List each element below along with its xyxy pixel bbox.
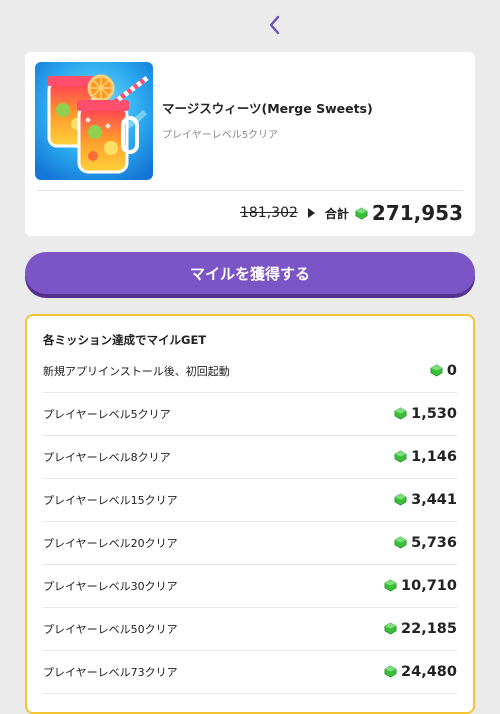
app-subtitle: プレイヤーレベル5クリア: [162, 130, 279, 141]
mission-label: プレイヤーレベル50クリア: [43, 622, 178, 636]
mission-row: プレイヤーレベル73クリア 24,480: [43, 650, 457, 693]
mission-value: 24,480: [401, 663, 457, 680]
mission-value: 1,146: [411, 448, 457, 465]
mission-row: プレイヤーレベル15クリア 3,441: [43, 478, 457, 521]
gem-icon: [394, 450, 407, 463]
mission-row: プレイヤーレベル30クリア 10,710: [43, 564, 457, 607]
mission-row: 新規アプリインストール後、初回起動 0: [43, 349, 457, 392]
mission-label: 新規アプリインストール後、初回起動: [43, 364, 230, 378]
mission-label: プレイヤーレベル15クリア: [43, 493, 178, 507]
gem-icon: [394, 493, 407, 506]
divider: [37, 190, 463, 191]
mission-row: プレイヤーレベル5クリア 1,530: [43, 392, 457, 435]
total-label: 合計: [324, 206, 349, 221]
total-value: 271,953: [371, 201, 463, 225]
mission-label: プレイヤーレベル20クリア: [43, 536, 178, 550]
mission-reward: 0: [430, 363, 457, 379]
original-price: 181,302: [239, 205, 298, 221]
gem-icon: [384, 665, 397, 678]
gem-icon: [355, 206, 368, 220]
mission-row: プレイヤーレベル8クリア 1,146: [43, 435, 457, 478]
gem-icon: [430, 364, 443, 377]
mission-value: 0: [446, 362, 457, 379]
gem-icon: [384, 579, 397, 592]
mission-label: プレイヤーレベル73クリア: [43, 665, 178, 679]
mission-value: 1,530: [411, 405, 457, 422]
mission-label: プレイヤーレベル30クリア: [43, 579, 178, 593]
arrow-right-icon: [307, 208, 315, 218]
mission-value: 10,710: [401, 577, 457, 594]
row-divider: [43, 693, 457, 694]
mission-value: 22,185: [401, 620, 457, 637]
back-button[interactable]: [262, 12, 286, 38]
mission-value: 5,736: [411, 534, 457, 551]
missions-heading: 各ミッション達成でマイルGET: [43, 333, 207, 347]
mission-reward: 3,441: [394, 492, 457, 508]
mission-row: プレイヤーレベル20クリア 5,736: [43, 521, 457, 564]
missions-panel: 各ミッション達成でマイルGET 新規アプリインストール後、初回起動 0 プレイヤーレ…: [25, 314, 475, 714]
mission-reward: 22,185: [384, 621, 457, 637]
app-icon: [35, 62, 153, 180]
chevron-left-icon: [269, 15, 280, 35]
mission-reward: 1,146: [394, 449, 457, 465]
mission-reward: 24,480: [384, 664, 457, 680]
gem-icon: [384, 622, 397, 635]
mission-reward: 5,736: [394, 535, 457, 551]
get-miles-button[interactable]: マイルを獲得する: [25, 252, 475, 294]
top-bar: [0, 0, 500, 50]
mission-reward: 1,530: [394, 406, 457, 422]
mission-row: プレイヤーレベル50クリア 22,185: [43, 607, 457, 650]
app-title: マージスウィーツ(Merge Sweets): [162, 101, 373, 116]
mission-label: プレイヤーレベル8クリア: [43, 450, 171, 464]
total-row: 181,302 合計 271,953: [240, 198, 463, 228]
app-card[interactable]: マージスウィーツ(Merge Sweets) プレイヤーレベル5クリア 181,…: [25, 52, 475, 236]
gem-icon: [394, 536, 407, 549]
mission-label: プレイヤーレベル5クリア: [43, 407, 171, 421]
mission-value: 3,441: [411, 491, 457, 508]
mission-reward: 10,710: [384, 578, 457, 594]
gem-icon: [394, 407, 407, 420]
